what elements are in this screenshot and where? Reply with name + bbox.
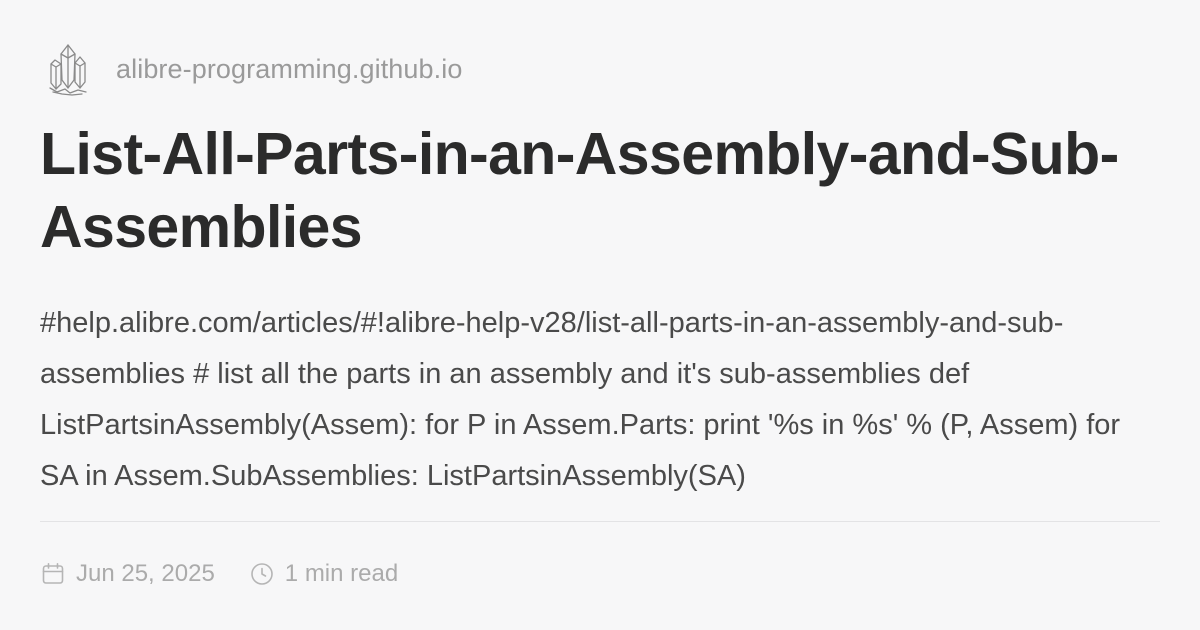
site-header: alibre-programming.github.io	[48, 40, 462, 98]
page-title: List-All-Parts-in-an-Assembly-and-Sub-As…	[40, 121, 1119, 260]
crystal-cluster-icon	[49, 44, 87, 96]
divider	[40, 521, 1160, 522]
post-date: Jun 25, 2025	[40, 560, 215, 588]
post-description: #help.alibre.com/articles/#!alibre-help-…	[40, 307, 1121, 492]
clock-icon	[250, 563, 273, 585]
social-card: alibre-programming.github.io List-All-Pa…	[0, 0, 1200, 630]
post-read-time: 1 min read	[249, 560, 398, 588]
post-date-text: Jun 25, 2025	[76, 560, 215, 587]
calendar-icon	[42, 563, 64, 584]
site-name[interactable]: alibre-programming.github.io	[116, 54, 462, 85]
post-read-time-text: 1 min read	[284, 560, 399, 587]
post-meta: Jun 25, 2025 1 min read	[40, 556, 398, 592]
